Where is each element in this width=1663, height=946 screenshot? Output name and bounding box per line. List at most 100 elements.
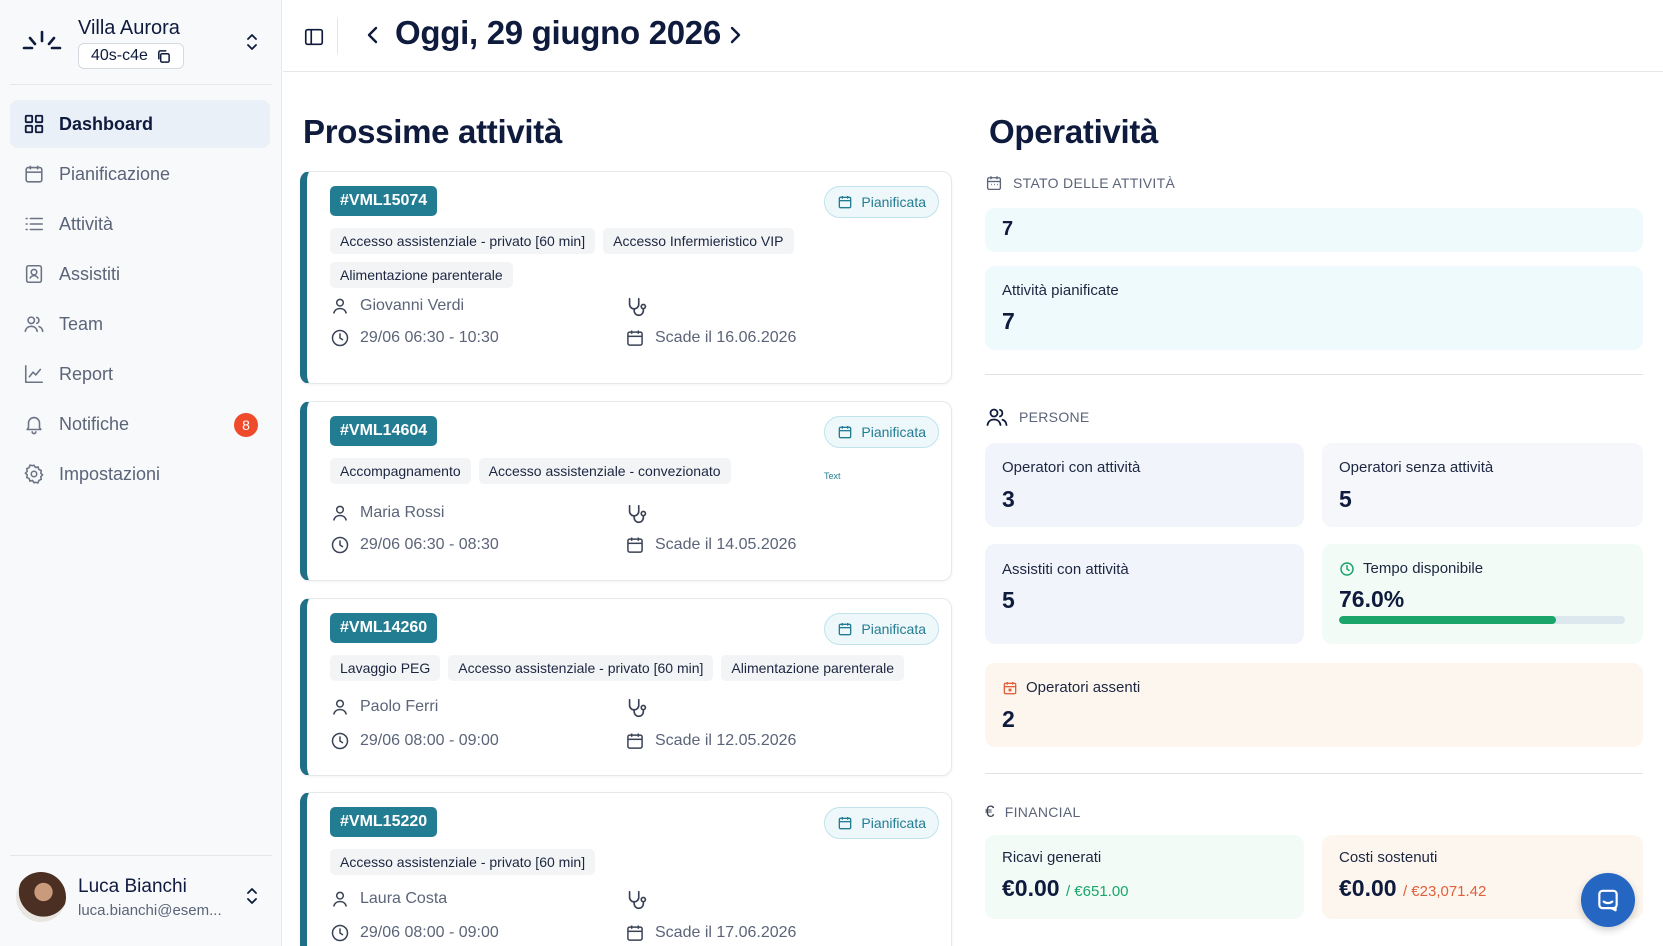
chevron-right-icon[interactable] [725, 24, 745, 46]
chat-icon [1598, 889, 1618, 912]
calendar-icon [839, 817, 852, 830]
activity-card[interactable]: #VML15220 Pianificata Accesso assistenzi… [300, 792, 952, 946]
ops-title: Operatività [989, 113, 1159, 150]
euro-icon: € [985, 802, 995, 821]
assigned-person: Laura Costa [330, 889, 447, 909]
activity-time: 29/06 08:00 - 09:00 [330, 923, 499, 943]
chevron-up-down-icon[interactable] [244, 32, 260, 52]
user-name: Luca Bianchi [78, 876, 187, 897]
nav-item-label: Assistiti [59, 263, 121, 284]
section-divider [985, 773, 1643, 774]
stethoscope-icon [628, 504, 647, 524]
revenue-target: / €651.00 [1065, 883, 1129, 900]
user-icon [333, 891, 347, 907]
status-badge[interactable]: Pianificata [824, 186, 939, 218]
status-label: Pianificata [861, 424, 926, 440]
nav-item-pianificazione[interactable]: Pianificazione [10, 150, 270, 198]
nav-item-attivita[interactable]: Attività [10, 200, 270, 248]
nav-item-team[interactable]: Team [10, 300, 270, 348]
nav-item-impostazioni[interactable]: Impostazioni [10, 450, 270, 498]
tag-list: Accesso assistenziale - privato [60 min] [330, 849, 801, 875]
sidebar-divider [10, 84, 272, 85]
status-label: Pianificata [861, 815, 926, 831]
extra-text: Text [824, 471, 841, 481]
nav-item-notifiche[interactable]: Notifiche 8 [10, 400, 270, 448]
chevron-up-down-icon[interactable] [244, 886, 260, 906]
calendar-x-icon [1003, 681, 1017, 694]
activity-code: #VML15074 [330, 186, 438, 216]
stethoscope-icon [628, 890, 647, 910]
user-email: luca.bianchi@esem... [78, 902, 222, 919]
calendar-icon [25, 165, 43, 183]
status-label: Pianificata [861, 194, 926, 210]
activity-time: 29/06 06:30 - 08:30 [330, 535, 499, 555]
assigned-person: Giovanni Verdi [330, 296, 464, 316]
activity-time: 29/06 06:30 - 10:30 [330, 328, 499, 348]
service-tag: Accesso assistenziale - convezionato [478, 458, 731, 484]
revenue-label: Ricavi generati [1002, 849, 1102, 866]
user-icon [333, 699, 347, 715]
calendar-icon [627, 925, 643, 941]
top-header: Oggi, 29 giugno 2026 [283, 0, 1663, 72]
assisted-with-activity-value: 5 [1002, 587, 1015, 613]
stethoscope-icon [628, 698, 647, 718]
nav-item-label: Impostazioni [59, 463, 161, 484]
org-code-badge[interactable]: 40s-c4e [78, 43, 184, 69]
calendar-icon [839, 196, 852, 209]
planned-activities-tile: Attività pianificate 7 [985, 266, 1643, 350]
revenue-tile: Ricavi generati €0.00 / €651.00 [985, 835, 1304, 919]
calendar-icon [627, 330, 643, 346]
nav-item-label: Report [59, 363, 114, 384]
nav-item-label: Attività [59, 213, 114, 234]
planned-activities-value: 7 [1002, 308, 1015, 334]
user-menu[interactable]: Luca Bianchi luca.bianchi@esem... [0, 856, 282, 946]
activities-title: Prossime attività [303, 113, 563, 150]
activity-card[interactable]: #VML14260 Pianificata Lavaggio PEG Acces… [300, 598, 952, 776]
chart-icon [24, 364, 44, 384]
total-activities-value: 7 [1002, 218, 1014, 240]
chat-support-button[interactable] [1581, 873, 1635, 927]
activity-code: #VML14260 [330, 613, 438, 643]
nav-item-dashboard[interactable]: Dashboard [10, 100, 270, 148]
user-icon [333, 505, 347, 521]
available-time-value: 76.0% [1339, 586, 1405, 612]
sidebar-toggle-icon[interactable] [303, 26, 325, 48]
activity-time: 29/06 08:00 - 09:00 [330, 731, 499, 751]
clock-icon [331, 536, 349, 554]
assisted-with-activity-tile: Assistiti con attività 5 [985, 544, 1304, 644]
notification-badge: 8 [234, 413, 258, 437]
status-badge[interactable]: Pianificata [824, 807, 939, 839]
contact-icon [25, 264, 43, 284]
planned-activities-label: Attività pianificate [1002, 282, 1119, 299]
service-tag: Accesso assistenziale - privato [60 min] [330, 228, 596, 254]
assigned-person: Maria Rossi [330, 503, 444, 523]
status-label: Pianificata [861, 621, 926, 637]
nav-item-label: Dashboard [59, 113, 154, 134]
org-logo-icon [22, 30, 62, 50]
activity-card[interactable]: #VML15074 Pianificata Accesso assistenzi… [300, 171, 952, 384]
main-nav: Dashboard Pianificazione Attività Assist… [10, 100, 270, 500]
activity-due-date: Scade il 16.06.2026 [625, 328, 796, 348]
assisted-with-activity-label: Assistiti con attività [1002, 561, 1129, 578]
costs-value: €0.00 / €23,071.42 [1339, 875, 1487, 901]
status-badge[interactable]: Pianificata [824, 613, 939, 645]
avatar [16, 872, 66, 922]
chevron-left-icon[interactable] [363, 24, 383, 46]
activity-card[interactable]: #VML14604 Pianificata Accompagnamento Ac… [300, 401, 952, 581]
section-divider [985, 374, 1643, 375]
user-icon [333, 298, 347, 314]
activity-due-date: Scade il 12.05.2026 [625, 731, 796, 751]
people-label: PERSONE [985, 405, 1090, 429]
status-badge[interactable]: Pianificata [824, 416, 939, 448]
users-icon [24, 316, 44, 333]
operators-without-activity-value: 5 [1339, 486, 1352, 512]
org-switcher[interactable]: Villa Aurora 40s-c4e [0, 0, 282, 84]
org-name: Villa Aurora [78, 17, 180, 39]
stethoscope-icon [628, 297, 647, 317]
copy-icon[interactable] [156, 49, 171, 64]
service-tag: Alimentazione parenterale [721, 655, 905, 681]
nav-item-report[interactable]: Report [10, 350, 270, 398]
nav-item-assistiti[interactable]: Assistiti [10, 250, 270, 298]
calendar-icon [627, 537, 643, 553]
tag-list: Accompagnamento Accesso assistenziale - … [330, 458, 801, 484]
